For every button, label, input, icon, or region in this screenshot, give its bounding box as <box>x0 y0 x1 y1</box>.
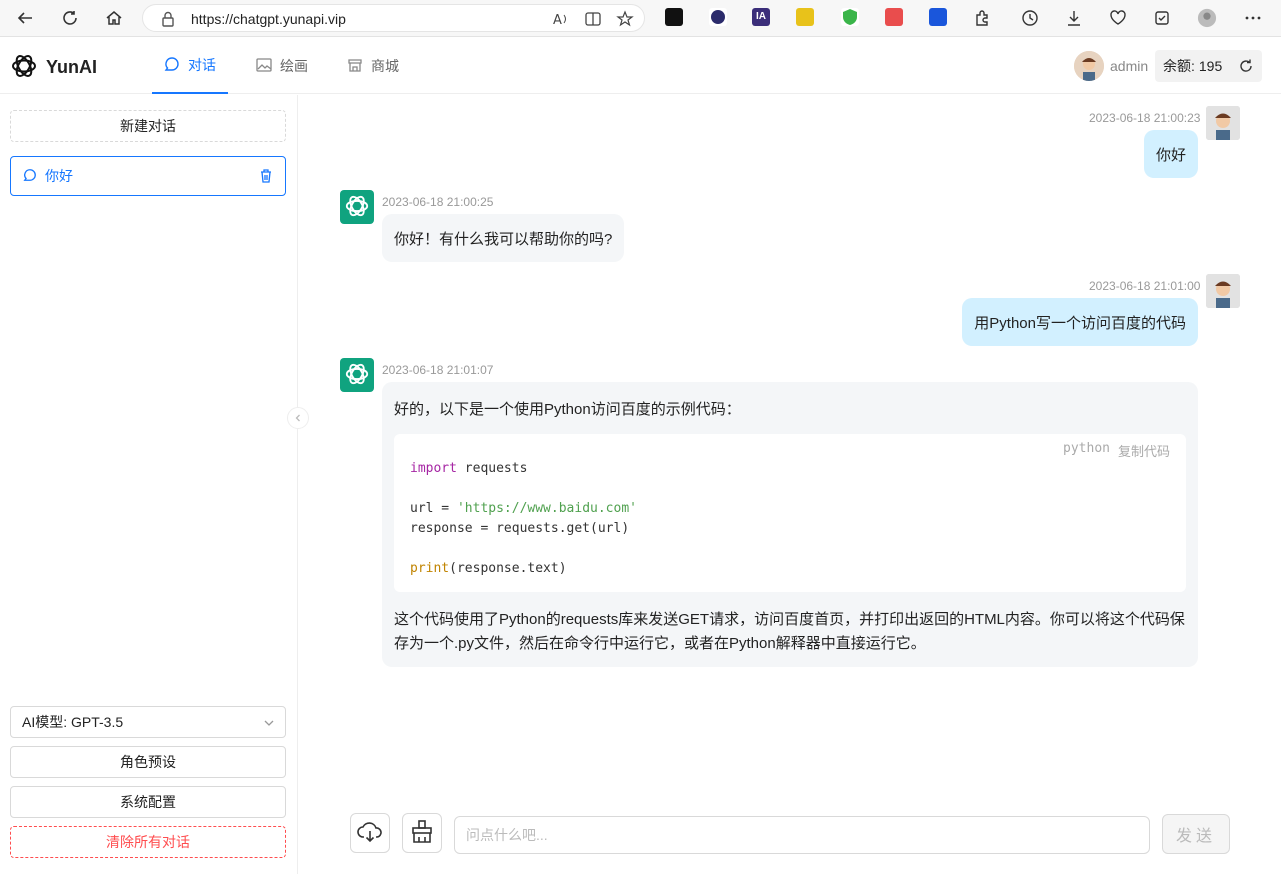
code-block: python 复制代码 import requests url = 'https… <box>394 434 1186 592</box>
code-token: response = requests.get(url) <box>410 521 630 536</box>
cloud-download-icon <box>357 821 383 846</box>
code-token: print <box>410 561 450 576</box>
user-info[interactable]: admin <box>1074 51 1148 81</box>
chevron-down-icon <box>263 716 275 732</box>
extension-icon[interactable] <box>665 8 683 26</box>
extension-icon[interactable] <box>885 8 903 26</box>
user-message: 你好 <box>1143 130 1198 178</box>
conversation-title: 你好 <box>45 168 73 184</box>
read-aloud-icon[interactable]: A <box>552 10 570 31</box>
extension-icon[interactable] <box>796 8 814 26</box>
avatar[interactable] <box>1074 51 1104 81</box>
history-icon[interactable] <box>1020 8 1040 28</box>
clear-context-button[interactable] <box>402 813 442 853</box>
openai-logo-icon <box>344 193 370 222</box>
extensions-icon[interactable] <box>972 8 992 28</box>
code-token: import <box>410 461 457 476</box>
export-button[interactable] <box>350 813 390 853</box>
store-icon <box>347 57 363 76</box>
favorite-icon[interactable] <box>616 10 634 31</box>
lock-icon[interactable] <box>161 11 175 30</box>
chevron-left-icon <box>293 410 303 426</box>
tab-label: 绘画 <box>280 58 308 74</box>
image-icon <box>256 57 272 76</box>
browser-toolbar: https://chatgpt.yunapi.vip A IA <box>0 0 1281 37</box>
user-avatar <box>1206 106 1240 140</box>
tab-label: 商城 <box>371 58 399 74</box>
collections-icon[interactable] <box>1152 8 1172 28</box>
conversation-item[interactable]: 你好 <box>10 156 286 196</box>
system-config-button[interactable]: 系统配置 <box>10 786 286 818</box>
clear-all-button[interactable]: 清除所有对话 <box>10 826 286 858</box>
assistant-message: 你好！有什么我可以帮助你的吗? <box>382 214 625 262</box>
sidebar: 新建对话 你好 AI模型: GPT-3.5 角色预设 系统配置 清除所有对话 <box>0 95 298 874</box>
code-token: requests <box>456 461 528 476</box>
message-time: 2023-06-18 21:01:00 <box>1089 279 1201 293</box>
logo[interactable]: YunAI <box>10 52 97 83</box>
message-time: 2023-06-18 21:00:25 <box>382 195 494 209</box>
new-chat-button[interactable]: 新建对话 <box>10 110 286 142</box>
broom-icon <box>411 819 433 847</box>
openai-logo-icon <box>10 52 38 83</box>
balance-value: 195 <box>1198 58 1223 74</box>
username: admin <box>1110 58 1149 74</box>
extension-icon[interactable] <box>841 8 859 26</box>
profile-icon[interactable] <box>1197 8 1217 28</box>
extension-icon[interactable]: IA <box>752 8 770 26</box>
svg-text:A: A <box>553 13 562 28</box>
bot-avatar <box>340 358 374 392</box>
chat-input[interactable] <box>454 816 1150 854</box>
openai-logo-icon <box>344 361 370 390</box>
code-language: python <box>1063 441 1110 456</box>
balance-label: 余额: <box>1163 58 1195 74</box>
code-token: 'https://www.baidu.com' <box>456 501 637 516</box>
message-intro: 好的，以下是一个使用Python访问百度的示例代码： <box>394 401 741 418</box>
message-time: 2023-06-18 21:01:07 <box>382 363 494 377</box>
address-bar[interactable]: https://chatgpt.yunapi.vip A <box>142 4 645 32</box>
tab-shop[interactable]: 商城 <box>347 38 399 94</box>
balance-box: 余额: 195 <box>1155 50 1262 82</box>
logo-text: YunAI <box>46 57 98 77</box>
split-screen-icon[interactable] <box>584 10 602 31</box>
refresh-balance-icon[interactable] <box>1238 58 1254 77</box>
role-preset-button[interactable]: 角色预设 <box>10 746 286 778</box>
assistant-message: 好的，以下是一个使用Python访问百度的示例代码： python 复制代码 i… <box>382 382 1198 667</box>
bot-avatar <box>340 190 374 224</box>
code-content: import requests url = 'https://www.baidu… <box>410 459 637 579</box>
extension-icon[interactable] <box>929 8 947 26</box>
chat-bubble-icon <box>164 56 180 75</box>
back-icon[interactable] <box>10 4 40 32</box>
tab-label: 对话 <box>188 57 216 73</box>
trash-icon[interactable] <box>259 168 273 187</box>
model-select-value: AI模型: GPT-3.5 <box>22 714 124 730</box>
copy-code-button[interactable]: 复制代码 <box>1118 441 1170 460</box>
user-message: 用Python写一个访问百度的代码 <box>962 298 1198 346</box>
code-token: (response.text) <box>449 561 567 576</box>
app-header: YunAI 对话 绘画 商城 admin 余额: 195 <box>0 38 1281 94</box>
home-icon[interactable] <box>99 4 129 32</box>
performance-icon[interactable] <box>1108 8 1128 28</box>
refresh-icon[interactable] <box>55 4 85 32</box>
tab-drawing[interactable]: 绘画 <box>256 38 308 94</box>
download-icon[interactable] <box>1064 8 1084 28</box>
url-text[interactable]: https://chatgpt.yunapi.vip <box>191 11 346 27</box>
code-token: url = <box>410 501 457 516</box>
model-select[interactable]: AI模型: GPT-3.5 <box>10 706 286 738</box>
chat-bubble-icon <box>23 168 37 185</box>
send-button[interactable]: 发送 <box>1162 814 1230 854</box>
collapse-sidebar-button[interactable] <box>287 407 309 429</box>
message-outro: 这个代码使用了Python的requests库来发送GET请求，访问百度首页，并… <box>394 611 1185 652</box>
user-avatar <box>1206 274 1240 308</box>
more-icon[interactable] <box>1243 8 1263 28</box>
message-time: 2023-06-18 21:00:23 <box>1089 111 1201 125</box>
extension-icon[interactable] <box>709 8 727 26</box>
tab-chat[interactable]: 对话 <box>152 38 228 94</box>
